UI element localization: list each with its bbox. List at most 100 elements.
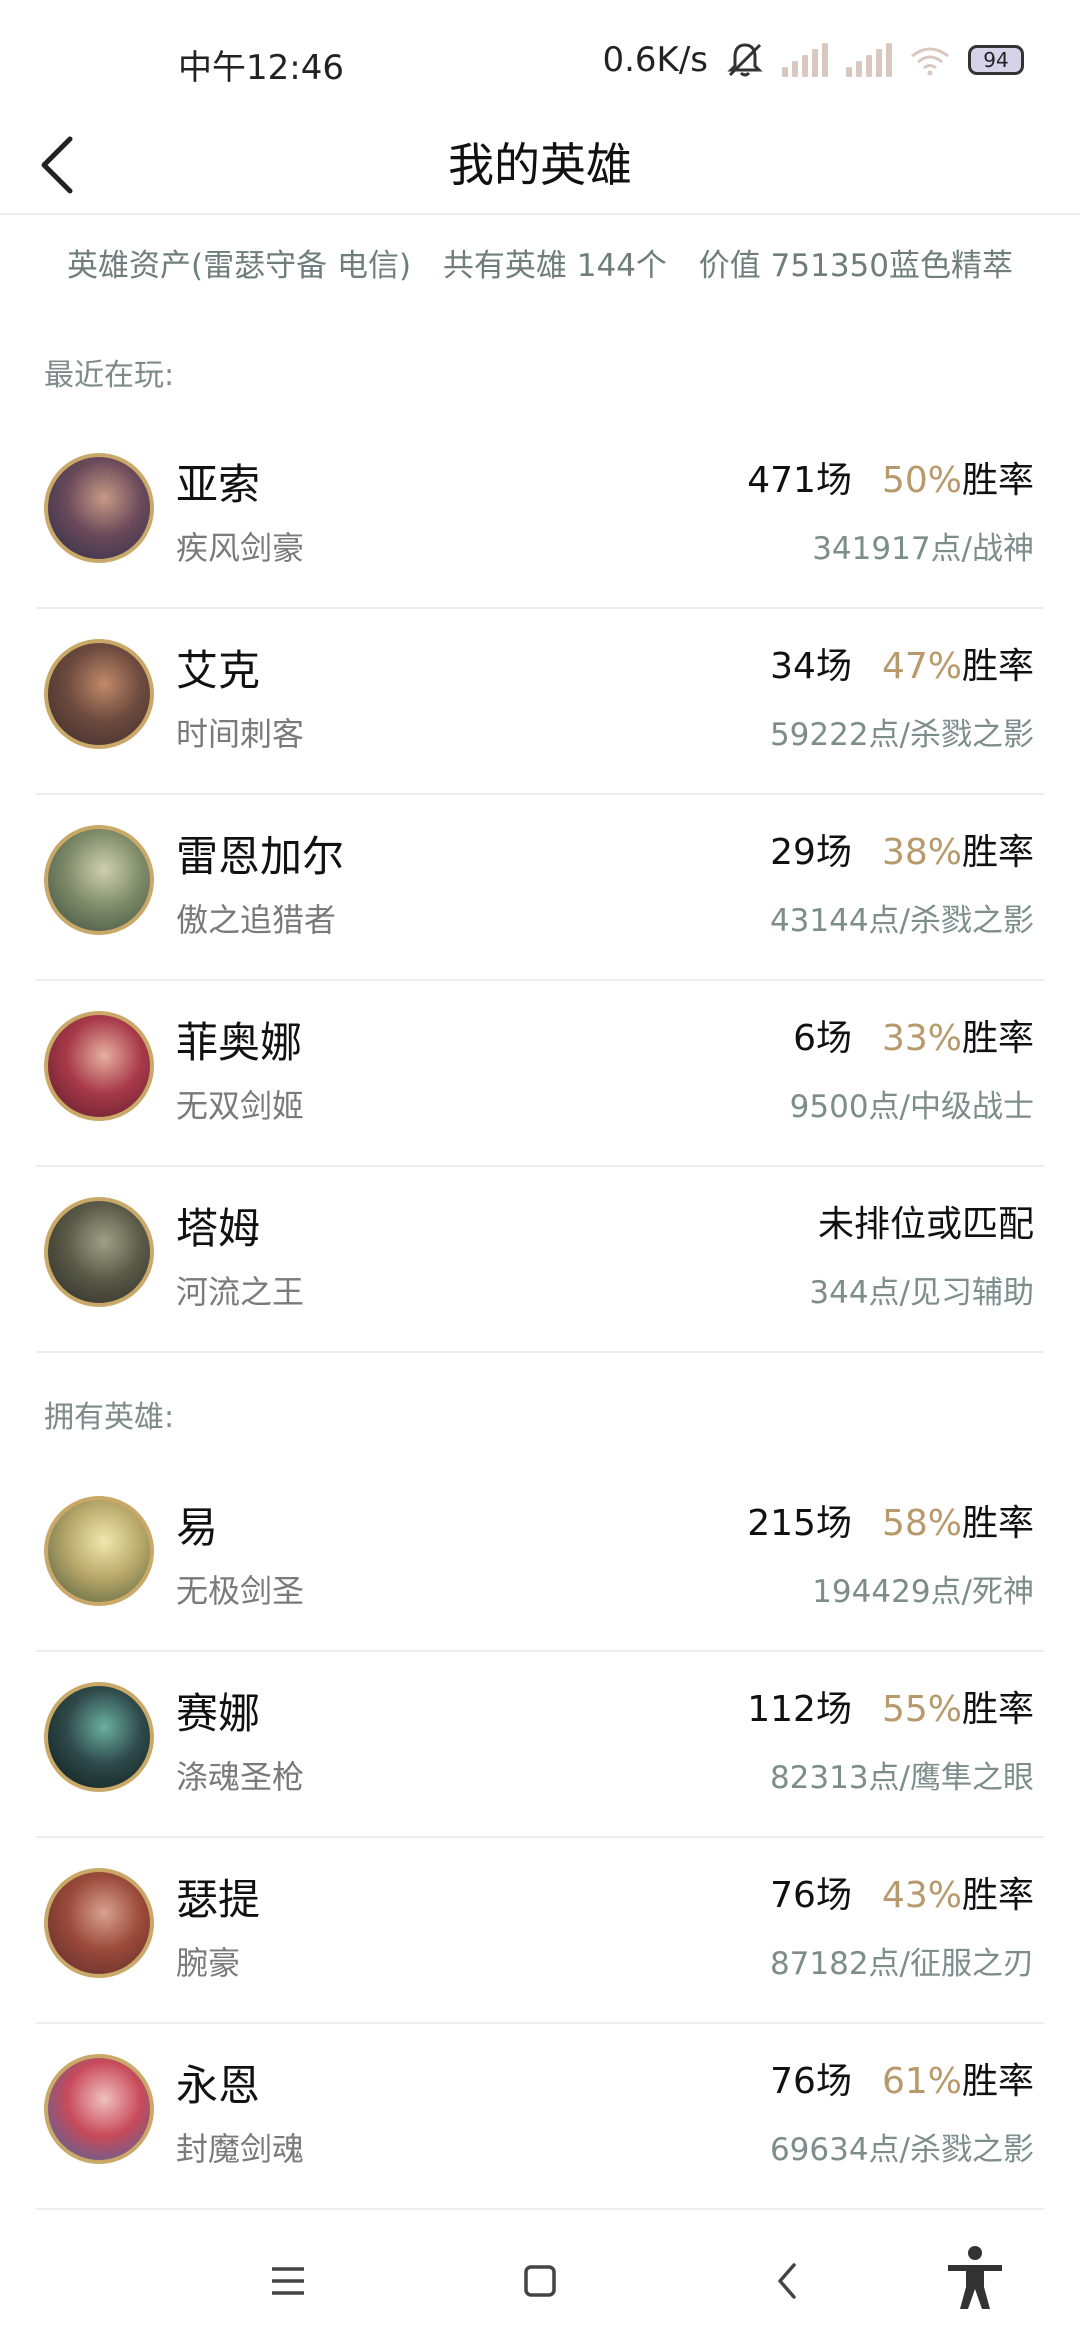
menu-icon[interactable] (258, 2251, 318, 2311)
hero-win-rate: 58% (881, 1503, 962, 1544)
hero-row[interactable]: 塔姆河流之王 未排位或匹配 344点/见习辅助 (0, 1167, 1080, 1353)
hero-row[interactable]: 艾克时间刺客 34场 47% 胜率 59222点/杀戮之影 (0, 609, 1080, 795)
hero-name: 塔姆 (176, 1204, 261, 1253)
hero-games: 112场 (747, 1689, 852, 1730)
hero-avatar (44, 1682, 154, 1792)
hero-mastery-points: 82313点/鹰隼之眼 (769, 1760, 1034, 1796)
status-bar: 中午12:46 0.6K/s 94 (0, 0, 1080, 120)
hero-avatar (44, 1868, 154, 1978)
home-square-icon[interactable] (510, 2251, 570, 2311)
back-icon[interactable] (758, 2251, 818, 2311)
hero-name: 亚索 (176, 460, 261, 509)
hero-games: 215场 (747, 1503, 852, 1544)
hero-title: 河流之王 (176, 1273, 305, 1311)
accessibility-icon[interactable] (940, 2243, 1010, 2313)
hero-games: 29场 (770, 832, 852, 873)
hero-avatar (44, 2054, 154, 2164)
hero-avatar (44, 825, 154, 935)
hero-mastery-points: 43144点/杀戮之影 (769, 903, 1034, 939)
hero-stats: 6场 33% 胜率 (793, 1009, 1034, 1061)
hero-asset-summary: 英雄资产(雷瑟守备 电信) 共有英雄 144个 价值 751350蓝色精萃 (0, 240, 1080, 285)
network-speed: 0.6K/s (602, 40, 708, 80)
hero-games: 471场 (747, 460, 852, 501)
hero-name: 艾克 (176, 646, 261, 695)
hero-avatar (44, 639, 154, 749)
hero-title: 无双剑姬 (176, 1087, 305, 1125)
hero-row[interactable]: 菲奥娜无双剑姬 6场 33% 胜率 9500点/中级战士 (0, 981, 1080, 1167)
hero-win-rate: 43% (881, 1875, 962, 1916)
wifi-icon (910, 45, 950, 76)
hero-win-rate-label: 胜率 (961, 2061, 1034, 2102)
asset-value: 价值 751350蓝色精萃 (698, 248, 1013, 284)
hero-win-rate-label: 胜率 (961, 1689, 1034, 1730)
hero-win-rate-label: 胜率 (961, 832, 1034, 873)
hero-mastery-points: 87182点/征服之刃 (769, 1946, 1034, 1982)
hero-stats: 76场 61% 胜率 (770, 2052, 1034, 2104)
signal-icon (782, 43, 828, 77)
hero-games: 6场 (793, 1018, 852, 1059)
hero-title: 腕豪 (176, 1944, 241, 1982)
hero-stats: 76场 43% 胜率 (770, 1866, 1034, 1918)
hero-avatar (44, 1011, 154, 1121)
hero-mastery-points: 9500点/中级战士 (789, 1089, 1034, 1125)
hero-win-rate: 47% (881, 646, 962, 687)
hero-stats: 未排位或匹配 (818, 1195, 1034, 1247)
header-bar: 我的英雄 (0, 115, 1080, 215)
hero-win-rate-label: 胜率 (961, 1018, 1034, 1059)
hero-name: 瑟提 (176, 1875, 261, 1924)
hero-win-rate-label: 胜率 (961, 646, 1034, 687)
hero-mastery-points: 59222点/杀戮之影 (769, 717, 1034, 753)
system-nav-bar (0, 2215, 1080, 2340)
hero-win-rate: 33% (881, 1018, 962, 1059)
hero-title: 封魔剑魂 (176, 2130, 305, 2168)
hero-title: 无极剑圣 (176, 1572, 305, 1610)
hero-win-rate-label: 胜率 (961, 460, 1034, 501)
signal-icon (846, 43, 892, 77)
hero-name: 雷恩加尔 (176, 832, 345, 881)
hero-row[interactable]: 易无极剑圣 215场 58% 胜率 194429点/死神 (0, 1466, 1080, 1652)
hero-stats: 29场 38% 胜率 (770, 823, 1034, 875)
status-time: 中午12:46 (178, 48, 344, 88)
hero-stats: 471场 50% 胜率 (747, 451, 1034, 503)
hero-win-rate: 50% (881, 460, 962, 501)
row-divider (36, 1351, 1044, 1353)
status-icons: 0.6K/s 94 (602, 38, 1024, 82)
section-label-recent: 最近在玩: (44, 358, 175, 393)
battery-icon: 94 (968, 45, 1024, 75)
hero-stats: 112场 55% 胜率 (747, 1680, 1034, 1732)
hero-name: 易 (176, 1503, 219, 1552)
hero-avatar (44, 1197, 154, 1307)
hero-row[interactable]: 赛娜涤魂圣枪 112场 55% 胜率 82313点/鹰隼之眼 (0, 1652, 1080, 1838)
hero-mastery-points: 341917点/战神 (812, 531, 1034, 567)
hero-win-rate: 38% (881, 832, 962, 873)
bell-muted-icon (726, 41, 764, 79)
hero-mastery-points: 344点/见习辅助 (809, 1275, 1034, 1311)
hero-win-rate-label: 未排位或匹配 (817, 1204, 1034, 1245)
hero-win-rate-label: 胜率 (961, 1875, 1034, 1916)
hero-win-rate-label: 胜率 (961, 1503, 1034, 1544)
hero-title: 时间刺客 (176, 715, 305, 753)
hero-win-rate: 61% (881, 2061, 962, 2102)
hero-stats: 215场 58% 胜率 (747, 1494, 1034, 1546)
hero-row[interactable]: 雷恩加尔傲之追猎者 29场 38% 胜率 43144点/杀戮之影 (0, 795, 1080, 981)
hero-title: 傲之追猎者 (176, 901, 337, 939)
hero-name: 赛娜 (176, 1689, 261, 1738)
section-label-owned: 拥有英雄: (44, 1400, 175, 1435)
row-divider (36, 2208, 1044, 2210)
hero-avatar (44, 453, 154, 563)
hero-win-rate: 55% (881, 1689, 962, 1730)
hero-row[interactable]: 亚索疾风剑豪 471场 50% 胜率 341917点/战神 (0, 423, 1080, 609)
hero-title: 疾风剑豪 (176, 529, 305, 567)
hero-count: 共有英雄 144个 (442, 248, 667, 284)
hero-row[interactable]: 瑟提腕豪 76场 43% 胜率 87182点/征服之刃 (0, 1838, 1080, 2024)
hero-games: 76场 (770, 2061, 852, 2102)
hero-title: 涤魂圣枪 (176, 1758, 305, 1796)
hero-name: 永恩 (176, 2061, 261, 2110)
hero-row[interactable]: 永恩封魔剑魂 76场 61% 胜率 69634点/杀戮之影 (0, 2024, 1080, 2210)
hero-name: 菲奥娜 (176, 1018, 303, 1067)
hero-avatar (44, 1496, 154, 1606)
hero-games: 34场 (770, 646, 852, 687)
hero-mastery-points: 69634点/杀戮之影 (769, 2132, 1034, 2168)
page-title: 我的英雄 (448, 138, 632, 192)
asset-server: 英雄资产(雷瑟守备 电信) (67, 248, 412, 284)
